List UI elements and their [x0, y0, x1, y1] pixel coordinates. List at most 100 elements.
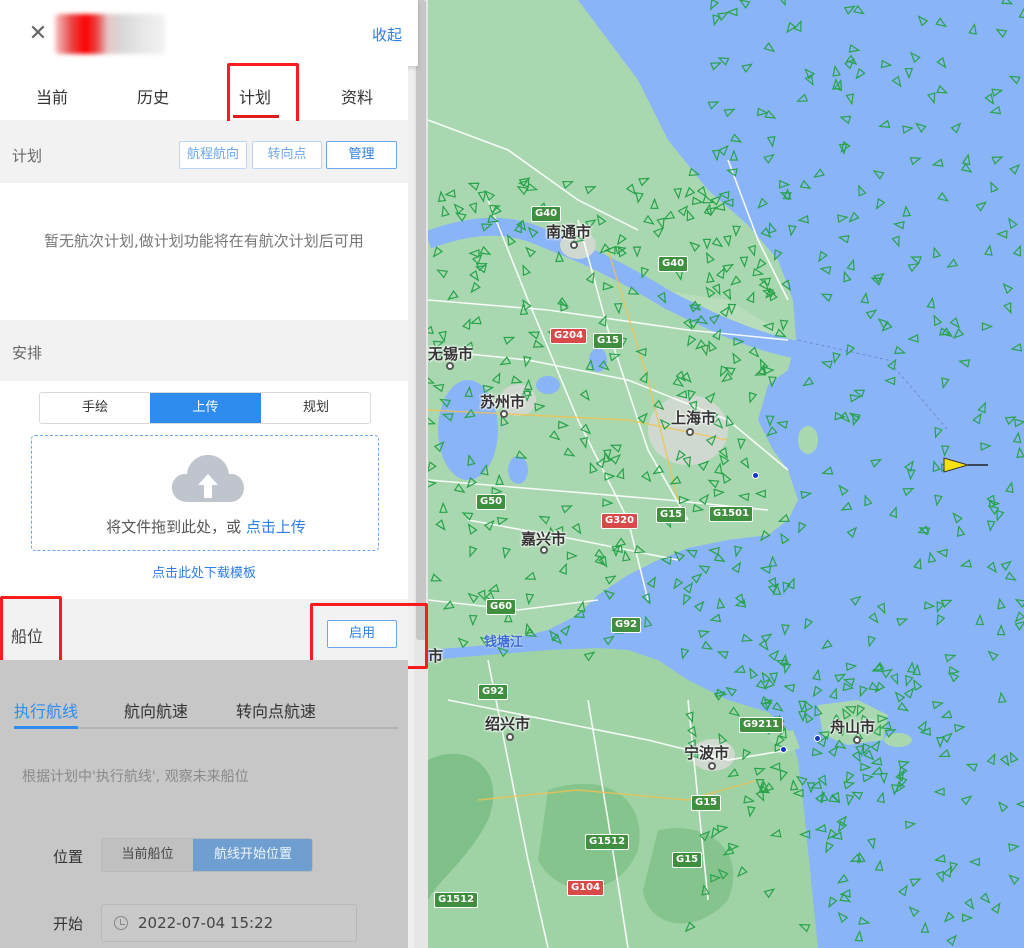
subtab-waypoint-speed[interactable]: 转向点航速 — [236, 698, 316, 722]
mode-upload[interactable]: 上传 — [150, 393, 261, 423]
ship-dot[interactable] — [780, 746, 787, 753]
ship-marker[interactable] — [839, 114, 852, 125]
ship-marker[interactable] — [1007, 751, 1019, 764]
ship-marker[interactable] — [738, 0, 751, 9]
ship-marker[interactable] — [685, 547, 698, 559]
ship-marker[interactable] — [907, 905, 920, 918]
ship-marker[interactable] — [1007, 873, 1020, 886]
ship-marker[interactable] — [941, 731, 953, 744]
ship-marker[interactable] — [996, 229, 1008, 239]
ship-marker[interactable] — [820, 639, 833, 651]
ship-marker[interactable] — [892, 221, 905, 230]
ship-marker[interactable] — [902, 205, 912, 217]
ship-marker[interactable] — [836, 815, 848, 828]
ship-marker[interactable] — [934, 614, 946, 627]
ship-marker[interactable] — [902, 125, 914, 134]
close-icon[interactable]: ✕ — [28, 22, 48, 46]
ship-marker[interactable] — [816, 250, 828, 263]
waypoint-button[interactable]: 转向点 — [252, 141, 322, 169]
ship-marker[interactable] — [940, 597, 953, 608]
ship-marker[interactable] — [883, 376, 896, 386]
ship-marker[interactable] — [898, 884, 910, 897]
ship-marker[interactable] — [839, 411, 851, 424]
ship-marker[interactable] — [904, 67, 914, 80]
ship-marker[interactable] — [821, 466, 834, 476]
ship-marker[interactable] — [896, 616, 909, 627]
ship-marker[interactable] — [846, 258, 856, 271]
ship-marker[interactable] — [942, 865, 955, 878]
ship-marker[interactable] — [868, 612, 880, 624]
ship-marker[interactable] — [778, 532, 790, 545]
ship-marker[interactable] — [820, 291, 833, 303]
ship-marker[interactable] — [996, 597, 1006, 610]
ship-marker[interactable] — [709, 60, 722, 71]
ship-marker[interactable] — [1015, 799, 1024, 809]
ship-marker[interactable] — [931, 158, 944, 168]
collapse-button[interactable]: 收起 — [372, 24, 402, 45]
ship-marker[interactable] — [850, 414, 861, 427]
ship-marker[interactable] — [1008, 843, 1020, 852]
ship-marker[interactable] — [938, 748, 951, 760]
ship-marker[interactable] — [952, 328, 965, 340]
ship-marker[interactable] — [980, 442, 992, 451]
ship-marker[interactable] — [903, 687, 916, 699]
ship-marker[interactable] — [836, 820, 848, 833]
ship-marker[interactable] — [949, 317, 962, 329]
ship-marker[interactable] — [988, 180, 999, 193]
ship-marker[interactable] — [979, 892, 992, 904]
ship-marker[interactable] — [984, 244, 993, 256]
ship-marker[interactable] — [756, 197, 769, 210]
ship-marker[interactable] — [836, 214, 849, 224]
ship-marker[interactable] — [1006, 217, 1018, 230]
ship-marker[interactable] — [933, 787, 945, 797]
ship-marker[interactable] — [926, 296, 936, 309]
ship-marker[interactable] — [1018, 6, 1024, 19]
ship-marker[interactable] — [860, 291, 869, 304]
ship-marker[interactable] — [931, 314, 943, 327]
ship-marker[interactable] — [733, 545, 743, 558]
ship-marker[interactable] — [961, 153, 972, 166]
ship-marker[interactable] — [1005, 481, 1015, 494]
ship-marker[interactable] — [995, 26, 1008, 39]
ship-marker[interactable] — [936, 548, 949, 558]
ship-marker[interactable] — [797, 214, 809, 224]
ship-marker[interactable] — [870, 457, 883, 468]
ship-marker[interactable] — [873, 681, 886, 693]
ship-marker[interactable] — [819, 265, 832, 275]
ship-marker[interactable] — [1004, 571, 1017, 583]
ship-marker[interactable] — [828, 687, 839, 700]
ship-marker[interactable] — [1008, 73, 1021, 85]
ship-marker[interactable] — [897, 759, 910, 769]
ship-marker[interactable] — [768, 555, 778, 567]
ship-marker[interactable] — [1012, 431, 1022, 444]
ship-marker[interactable] — [802, 376, 815, 389]
ship-marker[interactable] — [958, 358, 971, 368]
ship-marker[interactable] — [1012, 244, 1024, 257]
ship-marker[interactable] — [759, 565, 772, 575]
ship-marker[interactable] — [907, 334, 919, 343]
ship-marker[interactable] — [763, 152, 775, 164]
ship-marker[interactable] — [1014, 418, 1024, 428]
ship-marker[interactable] — [940, 445, 950, 457]
ship-marker[interactable] — [891, 75, 904, 88]
ship-marker[interactable] — [848, 44, 861, 54]
ship-marker[interactable] — [717, 144, 730, 157]
ship-marker[interactable] — [845, 794, 855, 807]
ship-marker[interactable] — [708, 0, 720, 11]
ship-marker[interactable] — [964, 898, 976, 910]
position-current[interactable]: 当前船位 — [102, 839, 193, 871]
ship-marker[interactable] — [954, 723, 966, 733]
ship-marker[interactable] — [840, 501, 853, 513]
download-template-link[interactable]: 点击此处下载模板 — [0, 562, 408, 581]
subtab-course-speed[interactable]: 航向航速 — [124, 698, 188, 722]
ship-marker[interactable] — [837, 484, 849, 497]
ship-marker[interactable] — [878, 119, 891, 130]
ship-marker[interactable] — [781, 581, 791, 594]
ship-marker[interactable] — [856, 184, 867, 197]
ship-marker[interactable] — [853, 4, 865, 17]
ship-marker[interactable] — [908, 51, 921, 64]
ship-marker[interactable] — [845, 93, 855, 106]
subtab-exec-route[interactable]: 执行航线 — [14, 698, 78, 722]
ship-marker[interactable] — [906, 661, 916, 673]
ship-marker[interactable] — [913, 557, 923, 570]
